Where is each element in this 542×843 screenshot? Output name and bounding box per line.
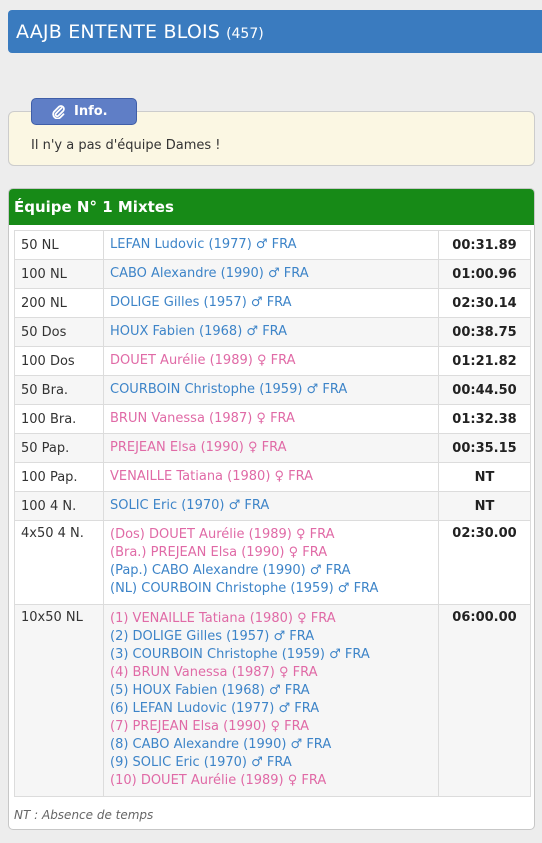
- swimmer-link[interactable]: (7) PREJEAN Elsa (1990) ♀ FRA: [110, 718, 432, 736]
- race-time: 00:44.50: [438, 375, 531, 405]
- result-row: 4x50 4 N. (Dos) DOUET Aurélie (1989) ♀ FR…: [14, 520, 531, 605]
- result-row: 50 Pap. PREJEAN Elsa (1990) ♀ FRA 00:35.15: [14, 433, 531, 463]
- result-row: 50 Bra. COURBOIN Christophe (1959) ♂ FRA 0…: [14, 375, 531, 405]
- result-row: 10x50 NL (1) VENAILLE Tatiana (1980) ♀ FR…: [14, 604, 531, 797]
- swimmers-cell: VENAILLE Tatiana (1980) ♀ FRA: [103, 462, 439, 492]
- legend-note: NT : Absence de temps: [14, 808, 154, 822]
- swimmers-cell: HOUX Fabien (1968) ♂ FRA: [103, 317, 439, 347]
- race-time: 01:32.38: [438, 404, 531, 434]
- swimmer-link[interactable]: BRUN Vanessa (1987) ♀ FRA: [110, 410, 432, 428]
- event-name: 10x50 NL: [14, 604, 104, 797]
- race-time: 06:00.00: [438, 604, 531, 797]
- info-message: Il n'y a pas d'équipe Dames !: [31, 138, 221, 153]
- event-name: 200 NL: [14, 288, 104, 318]
- swimmer-link[interactable]: (1) VENAILLE Tatiana (1980) ♀ FRA: [110, 610, 432, 628]
- result-row: 200 NL DOLIGE Gilles (1957) ♂ FRA 02:30.14: [14, 288, 531, 318]
- swimmers-cell: SOLIC Eric (1970) ♂ FRA: [103, 491, 439, 521]
- result-row: 100 NL CABO Alexandre (1990) ♂ FRA 01:00.9…: [14, 259, 531, 289]
- swimmer-link[interactable]: DOLIGE Gilles (1957) ♂ FRA: [110, 294, 432, 312]
- race-time: NT: [438, 462, 531, 492]
- swimmer-link[interactable]: LEFAN Ludovic (1977) ♂ FRA: [110, 236, 432, 254]
- swimmers-cell: DOLIGE Gilles (1957) ♂ FRA: [103, 288, 439, 318]
- swimmer-link[interactable]: (9) SOLIC Eric (1970) ♂ FRA: [110, 754, 432, 772]
- team-panel: Équipe N° 1 Mixtes 50 NL LEFAN Ludovic (1…: [8, 188, 535, 830]
- event-name: 100 Bra.: [14, 404, 104, 434]
- result-row: 100 Pap. VENAILLE Tatiana (1980) ♀ FRA NT: [14, 462, 531, 492]
- event-name: 100 Dos: [14, 346, 104, 376]
- swimmer-link[interactable]: (Dos) DOUET Aurélie (1989) ♀ FRA: [110, 526, 432, 544]
- swimmer-link[interactable]: DOUET Aurélie (1989) ♀ FRA: [110, 352, 432, 370]
- event-name: 50 NL: [14, 230, 104, 260]
- race-time: 00:31.89: [438, 230, 531, 260]
- race-time: 00:38.75: [438, 317, 531, 347]
- event-name: 50 Pap.: [14, 433, 104, 463]
- swimmers-cell: (1) VENAILLE Tatiana (1980) ♀ FRA (2) DOL…: [103, 604, 439, 797]
- swimmers-cell: BRUN Vanessa (1987) ♀ FRA: [103, 404, 439, 434]
- swimmer-link[interactable]: SOLIC Eric (1970) ♂ FRA: [110, 497, 432, 515]
- event-name: 100 NL: [14, 259, 104, 289]
- result-row: 50 Dos HOUX Fabien (1968) ♂ FRA 00:38.75: [14, 317, 531, 347]
- team-title: Équipe N° 1 Mixtes: [9, 189, 534, 225]
- swimmer-link[interactable]: (8) CABO Alexandre (1990) ♂ FRA: [110, 736, 432, 754]
- race-time: 02:30.00: [438, 520, 531, 605]
- swimmer-link[interactable]: (4) BRUN Vanessa (1987) ♀ FRA: [110, 664, 432, 682]
- event-name: 50 Bra.: [14, 375, 104, 405]
- swimmer-link[interactable]: (6) LEFAN Ludovic (1977) ♂ FRA: [110, 700, 432, 718]
- swimmers-cell: (Dos) DOUET Aurélie (1989) ♀ FRA (Bra.) P…: [103, 520, 439, 605]
- swimmer-link[interactable]: (Pap.) CABO Alexandre (1990) ♂ FRA: [110, 562, 432, 580]
- swimmers-cell: COURBOIN Christophe (1959) ♂ FRA: [103, 375, 439, 405]
- race-time: 02:30.14: [438, 288, 531, 318]
- club-header: AAJB ENTENTE BLOIS (457): [8, 10, 542, 53]
- result-row: 100 Bra. BRUN Vanessa (1987) ♀ FRA 01:32.3…: [14, 404, 531, 434]
- race-time: 00:35.15: [438, 433, 531, 463]
- event-name: 4x50 4 N.: [14, 520, 104, 605]
- club-name: AAJB ENTENTE BLOIS: [16, 20, 221, 43]
- result-row: 100 4 N. SOLIC Eric (1970) ♂ FRA NT: [14, 491, 531, 521]
- swimmer-link[interactable]: (2) DOLIGE Gilles (1957) ♂ FRA: [110, 628, 432, 646]
- result-row: 50 NL LEFAN Ludovic (1977) ♂ FRA 00:31.89: [14, 230, 531, 260]
- swimmer-link[interactable]: PREJEAN Elsa (1990) ♀ FRA: [110, 439, 432, 457]
- info-label-badge: Info.: [31, 98, 137, 125]
- swimmer-link[interactable]: COURBOIN Christophe (1959) ♂ FRA: [110, 381, 432, 399]
- race-time: 01:21.82: [438, 346, 531, 376]
- paperclip-icon: [52, 105, 65, 119]
- race-time: NT: [438, 491, 531, 521]
- swimmer-link[interactable]: CABO Alexandre (1990) ♂ FRA: [110, 265, 432, 283]
- swimmer-link[interactable]: VENAILLE Tatiana (1980) ♀ FRA: [110, 468, 432, 486]
- swimmers-cell: LEFAN Ludovic (1977) ♂ FRA: [103, 230, 439, 260]
- results-table: 50 NL LEFAN Ludovic (1977) ♂ FRA 00:31.89 1…: [14, 230, 531, 797]
- result-row: 100 Dos DOUET Aurélie (1989) ♀ FRA 01:21.8…: [14, 346, 531, 376]
- event-name: 100 4 N.: [14, 491, 104, 521]
- club-code: (457): [226, 25, 264, 42]
- swimmer-link[interactable]: (3) COURBOIN Christophe (1959) ♂ FRA: [110, 646, 432, 664]
- results-body: 50 NL LEFAN Ludovic (1977) ♂ FRA 00:31.89 1…: [14, 230, 531, 797]
- swimmer-link[interactable]: (Bra.) PREJEAN Elsa (1990) ♀ FRA: [110, 544, 432, 562]
- info-label: Info.: [74, 104, 108, 119]
- swimmers-cell: PREJEAN Elsa (1990) ♀ FRA: [103, 433, 439, 463]
- swimmer-link[interactable]: (NL) COURBOIN Christophe (1959) ♂ FRA: [110, 580, 432, 598]
- event-name: 50 Dos: [14, 317, 104, 347]
- swimmers-cell: CABO Alexandre (1990) ♂ FRA: [103, 259, 439, 289]
- event-name: 100 Pap.: [14, 462, 104, 492]
- swimmer-link[interactable]: (10) DOUET Aurélie (1989) ♀ FRA: [110, 772, 432, 790]
- swimmer-link[interactable]: (5) HOUX Fabien (1968) ♂ FRA: [110, 682, 432, 700]
- swimmer-link[interactable]: HOUX Fabien (1968) ♂ FRA: [110, 323, 432, 341]
- swimmers-cell: DOUET Aurélie (1989) ♀ FRA: [103, 346, 439, 376]
- race-time: 01:00.96: [438, 259, 531, 289]
